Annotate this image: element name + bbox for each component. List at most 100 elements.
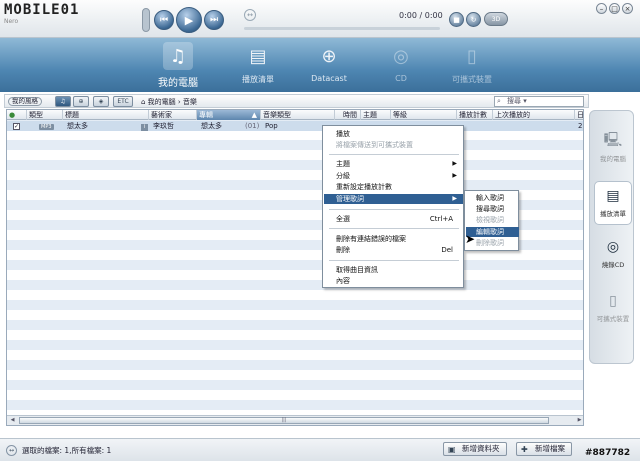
menu-item-label: 刪除 [336, 246, 350, 254]
context-menu: 播放 將檔案傳送到可攜式裝置 主題 ▶ 分級 ▶ 重新設定播放計數 管理歌詞 ▶ 全選… [322, 125, 464, 288]
header-title[interactable]: 標題 [63, 110, 149, 120]
next-icon: ⏭ [209, 15, 219, 25]
app-logo-sub: Nero [4, 18, 19, 25]
table-row[interactable]: ✓ MP3 想太多 i 李玖哲 想太多 (01) Pop 20 [7, 121, 583, 131]
menu-item-play[interactable]: 播放 [324, 129, 463, 139]
submenu-arrow-icon: ▶ [452, 160, 457, 167]
menu-item-manage-lyrics[interactable]: 管理歌詞 ▶ [324, 194, 463, 204]
mouse-cursor-icon: ➤ [465, 232, 476, 246]
side-playlist[interactable]: ▤ 播放清單 [594, 181, 632, 225]
header-time[interactable]: 時間 [335, 110, 361, 120]
add-folder-label: 新增資料夾 [462, 444, 500, 453]
music-computer-icon: ♫ [163, 42, 193, 70]
mode-button[interactable]: 3D [484, 12, 508, 26]
seek-bar[interactable] [244, 27, 440, 30]
file-type-badge: MP3 [39, 124, 54, 130]
side-label: 燒錄CD [601, 261, 625, 269]
header-album[interactable]: 專輯 ▲ [197, 110, 261, 120]
submenu-item-input-lyrics[interactable]: 輸入歌詞 [466, 193, 519, 203]
nav-cd[interactable]: ◎ CD [369, 42, 433, 90]
submenu-item-search-lyrics[interactable]: 搜尋歌詞 [466, 204, 519, 214]
add-file-button[interactable]: ✚ 新增檔案 [516, 442, 572, 456]
stop-button[interactable]: ■ [449, 12, 464, 27]
app-logo: MOBILE01 [4, 2, 80, 18]
side-label: 可攜式裝置 [596, 315, 630, 323]
row-checkbox[interactable]: ✓ [11, 121, 25, 131]
stop-icon: ■ [453, 15, 460, 24]
header-theme[interactable]: 主題 [361, 110, 391, 120]
previous-track-button[interactable]: ⏮ [154, 10, 174, 30]
side-burn-cd[interactable]: ◎ 燒錄CD [594, 233, 632, 277]
search-icon: ⌕ [497, 97, 501, 105]
menu-item-delete[interactable]: 刪除 Del [324, 245, 463, 255]
menu-item-label: 管理歌詞 [336, 195, 364, 203]
cell-type: MP3 [37, 121, 59, 131]
menu-item-theme[interactable]: 主題 ▶ [324, 159, 463, 169]
maximize-button[interactable]: □ [609, 3, 620, 14]
header-type[interactable]: 類型 [27, 110, 63, 120]
header-date[interactable]: 日 [575, 110, 583, 120]
breadcrumb[interactable]: ⌂ 我的電腦 › 音樂 [141, 97, 197, 107]
filter-music-button[interactable]: ♫ [55, 96, 71, 107]
menu-item-send-to-device[interactable]: 將檔案傳送到可攜式裝置 [324, 140, 463, 150]
info-icon[interactable]: i [139, 121, 149, 131]
scroll-right-icon[interactable]: ▶ [575, 417, 583, 424]
repeat-icon: ↻ [470, 15, 477, 24]
shortcut-label: Ctrl+A [429, 215, 453, 223]
menu-item-properties[interactable]: 內容 [324, 276, 463, 286]
nav-my-computer[interactable]: ♫ 我的電腦 [146, 42, 210, 90]
volume-slider[interactable] [142, 8, 150, 32]
header-last-played[interactable]: 上次播放的 [493, 110, 575, 120]
library-style-button[interactable]: 我的風格 [8, 97, 42, 106]
menu-item-label: 主題 [336, 160, 350, 168]
submenu-item-view-lyrics[interactable]: 檢視歌詞 [466, 215, 519, 225]
status-dot-icon: ● [9, 111, 16, 119]
music-table: ● 類型 標題 藝術家 專輯 ▲ 音樂類型 時間 主題 等級 播放計數 上次播放的… [6, 109, 584, 426]
horizontal-scrollbar[interactable]: ◀ ||| ▶ [7, 415, 583, 425]
checkbox-checked-icon: ✓ [13, 123, 20, 130]
close-button[interactable]: × [622, 3, 633, 14]
table-header: ● 類型 標題 藝術家 專輯 ▲ 音樂類型 時間 主題 等級 播放計數 上次播放的… [7, 110, 583, 120]
add-folder-button[interactable]: ▣ 新增資料夾 [443, 442, 507, 456]
filter-photo-button[interactable]: ◈ [93, 96, 109, 107]
header-genre[interactable]: 音樂類型 [261, 110, 335, 120]
menu-separator [329, 260, 459, 261]
search-input[interactable]: ⌕ 搜尋 ▾ [494, 96, 584, 107]
add-file-icon: ✚ [521, 445, 528, 454]
side-panel: 🖳 我的電腦 ▤ 播放清單 ◎ 燒錄CD ▯ 可攜式裝置 [589, 110, 634, 364]
header-album-label: 專輯 [199, 111, 213, 119]
header-artist[interactable]: 藝術家 [149, 110, 197, 120]
repeat-button[interactable]: ↻ [466, 12, 481, 27]
menu-item-delete-broken-links[interactable]: 刪除有連結錯誤的檔案 [324, 234, 463, 244]
header-rating[interactable]: 等級 [391, 110, 457, 120]
search-placeholder: 搜尋 ▾ [507, 97, 527, 105]
minimize-button[interactable]: – [596, 3, 607, 14]
next-track-button[interactable]: ⏭ [204, 10, 224, 30]
header-checkbox[interactable]: ● [7, 110, 27, 120]
cell-title: 想太多 [67, 122, 88, 130]
filter-web-button[interactable]: ⊕ [73, 96, 89, 107]
header-play-count[interactable]: 播放計數 [457, 110, 493, 120]
status-icon[interactable]: ↔ [6, 445, 17, 456]
status-text: 選取的檔案: 1,所有檔案: 1 [22, 446, 112, 455]
playlist-icon: ▤ [606, 188, 620, 204]
scroll-left-icon[interactable]: ◀ [8, 417, 17, 424]
menu-separator [329, 209, 459, 210]
player-bar: MOBILE01 Nero ⏮ ▶ ⏭ ↔ 0:00 / 0:00 ■ ↻ 3D… [0, 0, 640, 38]
menu-item-reset-play-count[interactable]: 重新設定播放計數 [324, 182, 463, 192]
add-file-label: 新增檔案 [535, 444, 565, 453]
menu-item-rating[interactable]: 分級 ▶ [324, 171, 463, 181]
menu-item-select-all[interactable]: 全選 Ctrl+A [324, 214, 463, 224]
play-button[interactable]: ▶ [176, 7, 202, 33]
side-portable-device[interactable]: ▯ 可攜式裝置 [594, 287, 632, 331]
nav-portable-device[interactable]: ▯ 可攜式裝置 [440, 42, 504, 90]
nav-playlist[interactable]: ▤ 播放清單 [226, 42, 290, 90]
side-my-computer[interactable]: 🖳 我的電腦 [594, 127, 632, 171]
filter-etc-button[interactable]: ETC [113, 96, 133, 107]
previous-icon: ⏮ [159, 15, 169, 25]
menu-item-get-track-info[interactable]: 取得曲目資訊 [324, 265, 463, 275]
playlist-icon: ▤ [249, 45, 267, 67]
scrollbar-thumb[interactable]: ||| [19, 417, 549, 424]
watermark: #887782 [585, 448, 631, 458]
nav-datacast[interactable]: ⊕ Datacast [297, 42, 361, 90]
